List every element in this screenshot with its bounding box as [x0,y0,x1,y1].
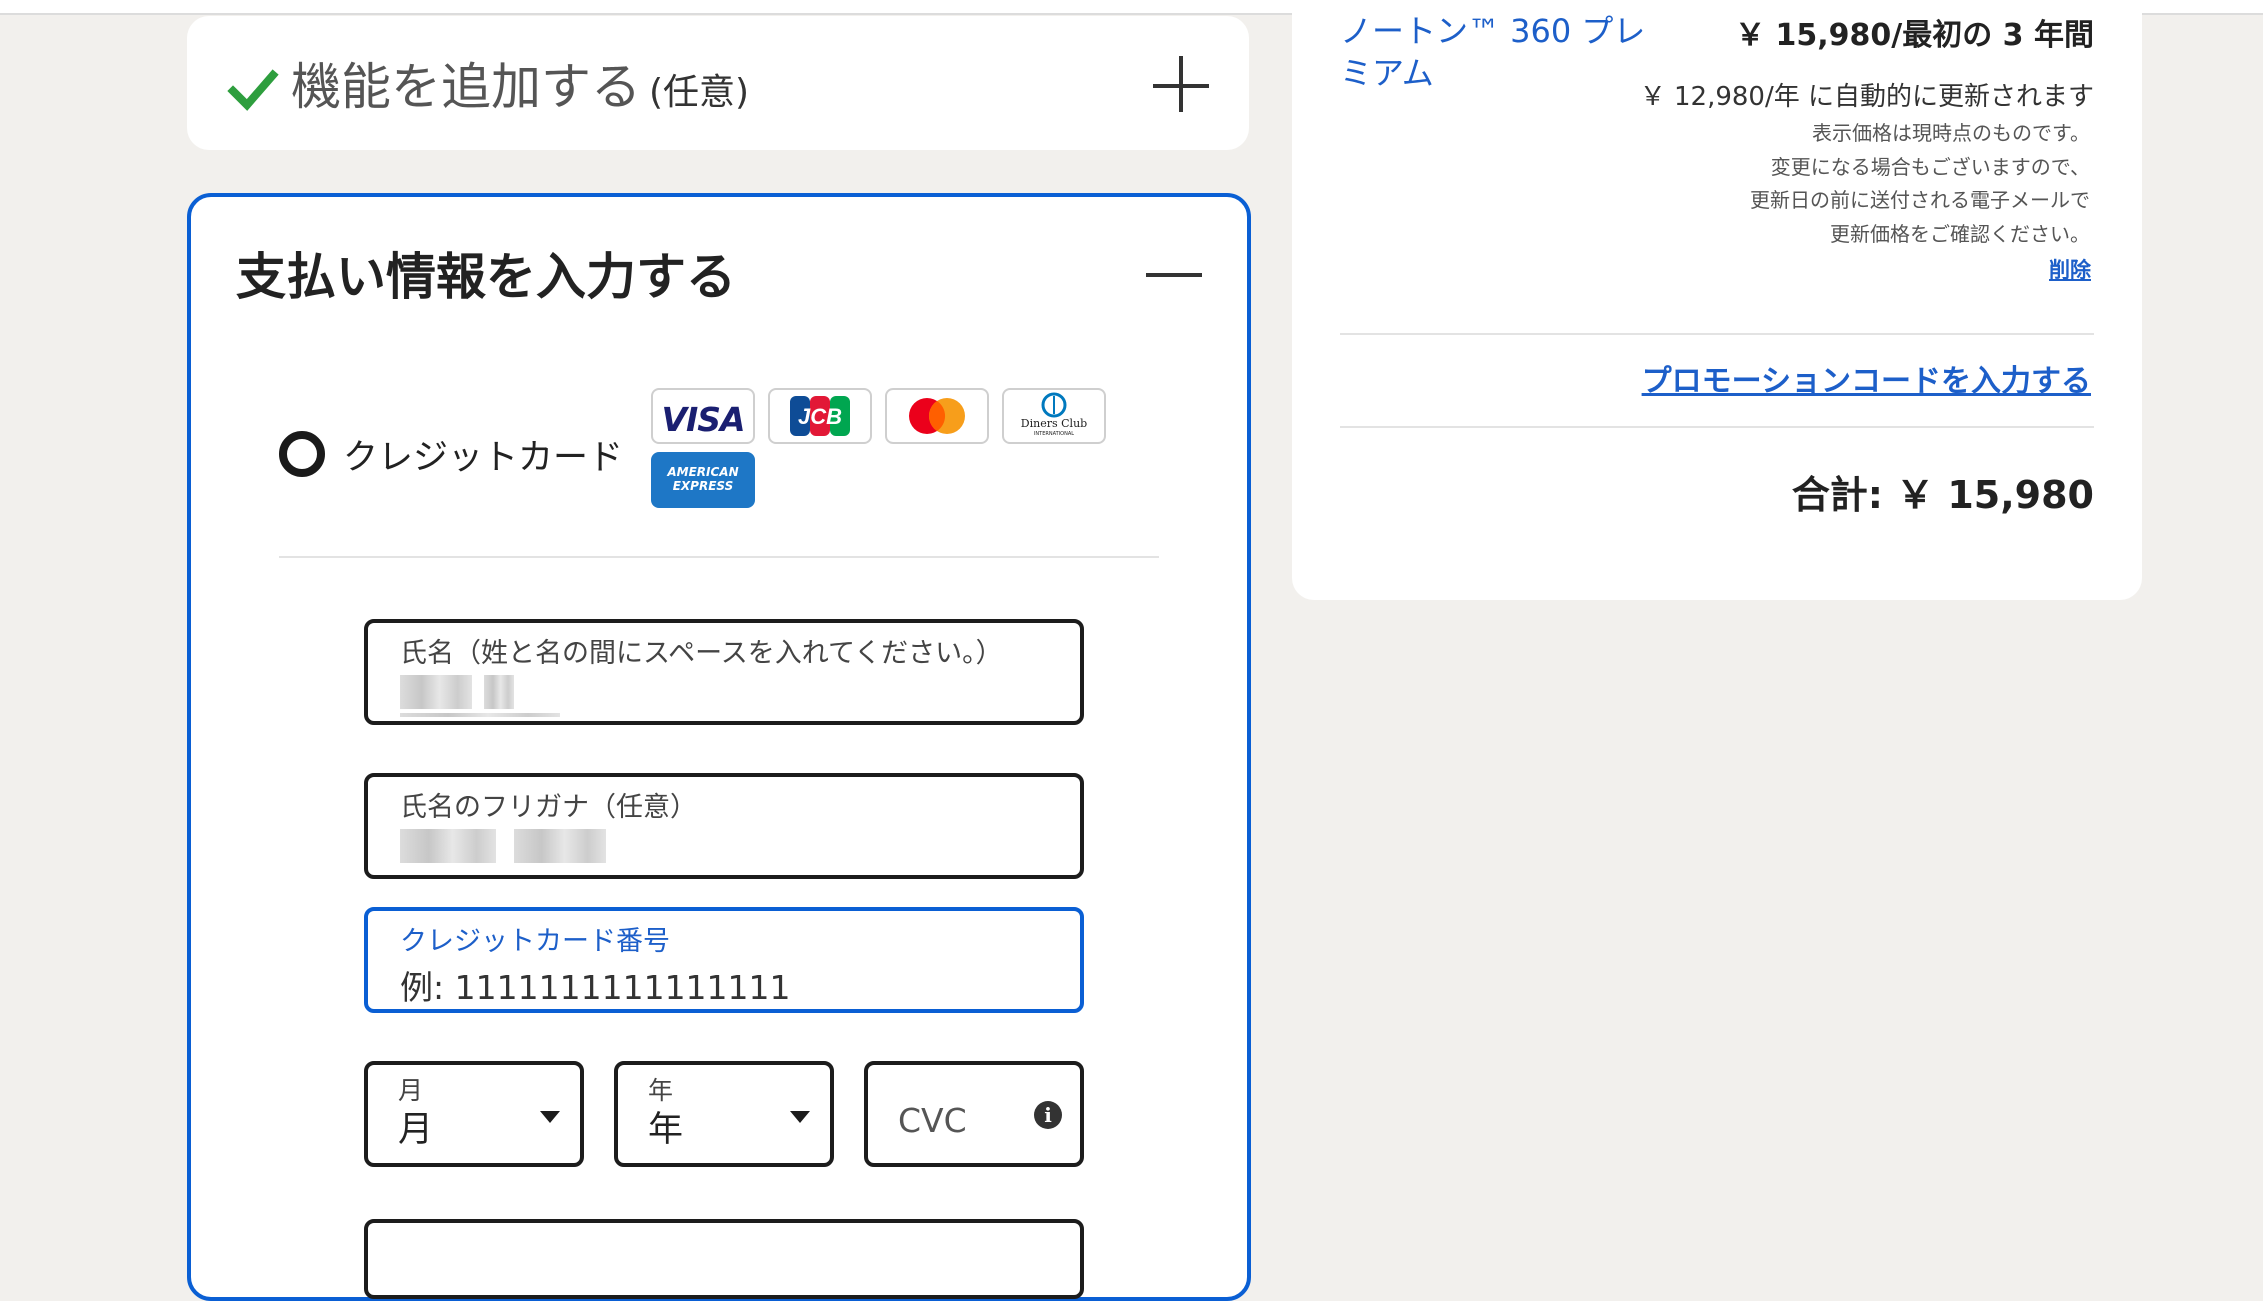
renewal-note-line: 変更になる場合もございますので、 [1770,154,2090,179]
product-name[interactable]: ノートン™ 360 プレミアム [1340,10,1650,94]
product-price: ￥ 15,980/最初の 3 年間 [1735,18,2094,53]
payment-title: 支払い情報を入力する [236,248,736,306]
addons-title: 機能を追加する (任意) [291,60,749,115]
name-field[interactable]: 氏名（姓と名の間にスペースを入れてください。） [364,619,1084,725]
next-field[interactable] [364,1219,1084,1299]
divider [279,556,1159,558]
year-select[interactable]: 年 年 [614,1061,834,1167]
order-summary: ノートン™ 360 プレミアム ￥ 15,980/最初の 3 年間 ￥ 12,9… [1292,0,2142,600]
delete-link[interactable]: 削除 [2049,254,2091,284]
amex-logo: AMERICAN EXPRESS [651,452,755,508]
card-number-field[interactable]: クレジットカード番号 例: 1111111111111111 [364,907,1084,1013]
name-field-label: 氏名（姓と名の間にスペースを入れてください。） [400,638,1003,669]
divider [1340,333,2094,335]
promo-code-link[interactable]: プロモーションコードを入力する [1642,356,2091,400]
credit-card-radio[interactable] [279,431,325,477]
mastercard-logo [885,388,989,444]
card-number-field-label: クレジットカード番号 [400,926,670,957]
visa-logo-text: VISA [661,400,745,439]
month-select-value: 月 [398,1110,434,1150]
visa-logo: VISA [651,388,755,444]
jcb-logo-graphic: JCB [790,396,850,436]
cvc-placeholder: CVC [898,1101,967,1140]
redacted-value [400,829,496,863]
renewal-note-line: 更新日の前に送付される電子メールで [1750,188,2090,212]
diners-logo-graphic [1041,392,1067,418]
plus-icon[interactable] [1153,56,1213,116]
renewal-price: ￥ 12,980/年 に自動的に更新されます [1639,82,2094,112]
redacted-value [514,829,606,863]
mastercard-logo-graphic [909,398,965,434]
furigana-field[interactable]: 氏名のフリガナ（任意） [364,773,1084,879]
caret-down-icon [540,1111,560,1123]
diners-club-logo: Diners Club INTERNATIONAL [1002,388,1106,444]
info-icon[interactable]: i [1034,1101,1062,1129]
caret-down-icon [790,1111,810,1123]
redacted-value [400,675,472,709]
cvc-field[interactable]: CVC i [864,1061,1084,1167]
renewal-note-line: 更新価格をご確認ください。 [1830,221,2090,246]
order-total: 合計: ￥ 15,980 [1791,473,2094,517]
card-number-placeholder: 例: 1111111111111111 [400,968,791,1007]
credit-card-radio-label[interactable]: クレジットカード [343,429,623,480]
addons-title-text: 機能を追加する [291,58,641,116]
payment-section: 支払い情報を入力する クレジットカード VISA JCB Diners Club… [187,193,1251,1301]
amex-logo-text: AMERICAN EXPRESS [667,465,739,493]
svg-text:JCB: JCB [798,404,842,429]
divider [1340,426,2094,428]
renewal-note: 表示価格は現時点のものです。 変更になる場合もございますので、 更新日の前に送付… [1750,117,2090,251]
addons-section[interactable]: 機能を追加する (任意) [187,16,1249,150]
minus-icon[interactable] [1146,273,1202,277]
month-select[interactable]: 月 月 [364,1061,584,1167]
diners-logo-subtext: INTERNATIONAL [1033,431,1075,437]
redacted-value [400,713,560,717]
renewal-note-line: 表示価格は現時点のものです。 [1812,121,2090,145]
checkmark-icon [227,69,279,111]
furigana-field-label: 氏名のフリガナ（任意） [400,792,697,823]
year-select-value: 年 [648,1110,684,1150]
diners-logo-text: Diners Club [1020,417,1088,430]
redacted-value [484,675,514,709]
jcb-logo: JCB [768,388,872,444]
addons-optional-label: (任意) [649,72,750,113]
